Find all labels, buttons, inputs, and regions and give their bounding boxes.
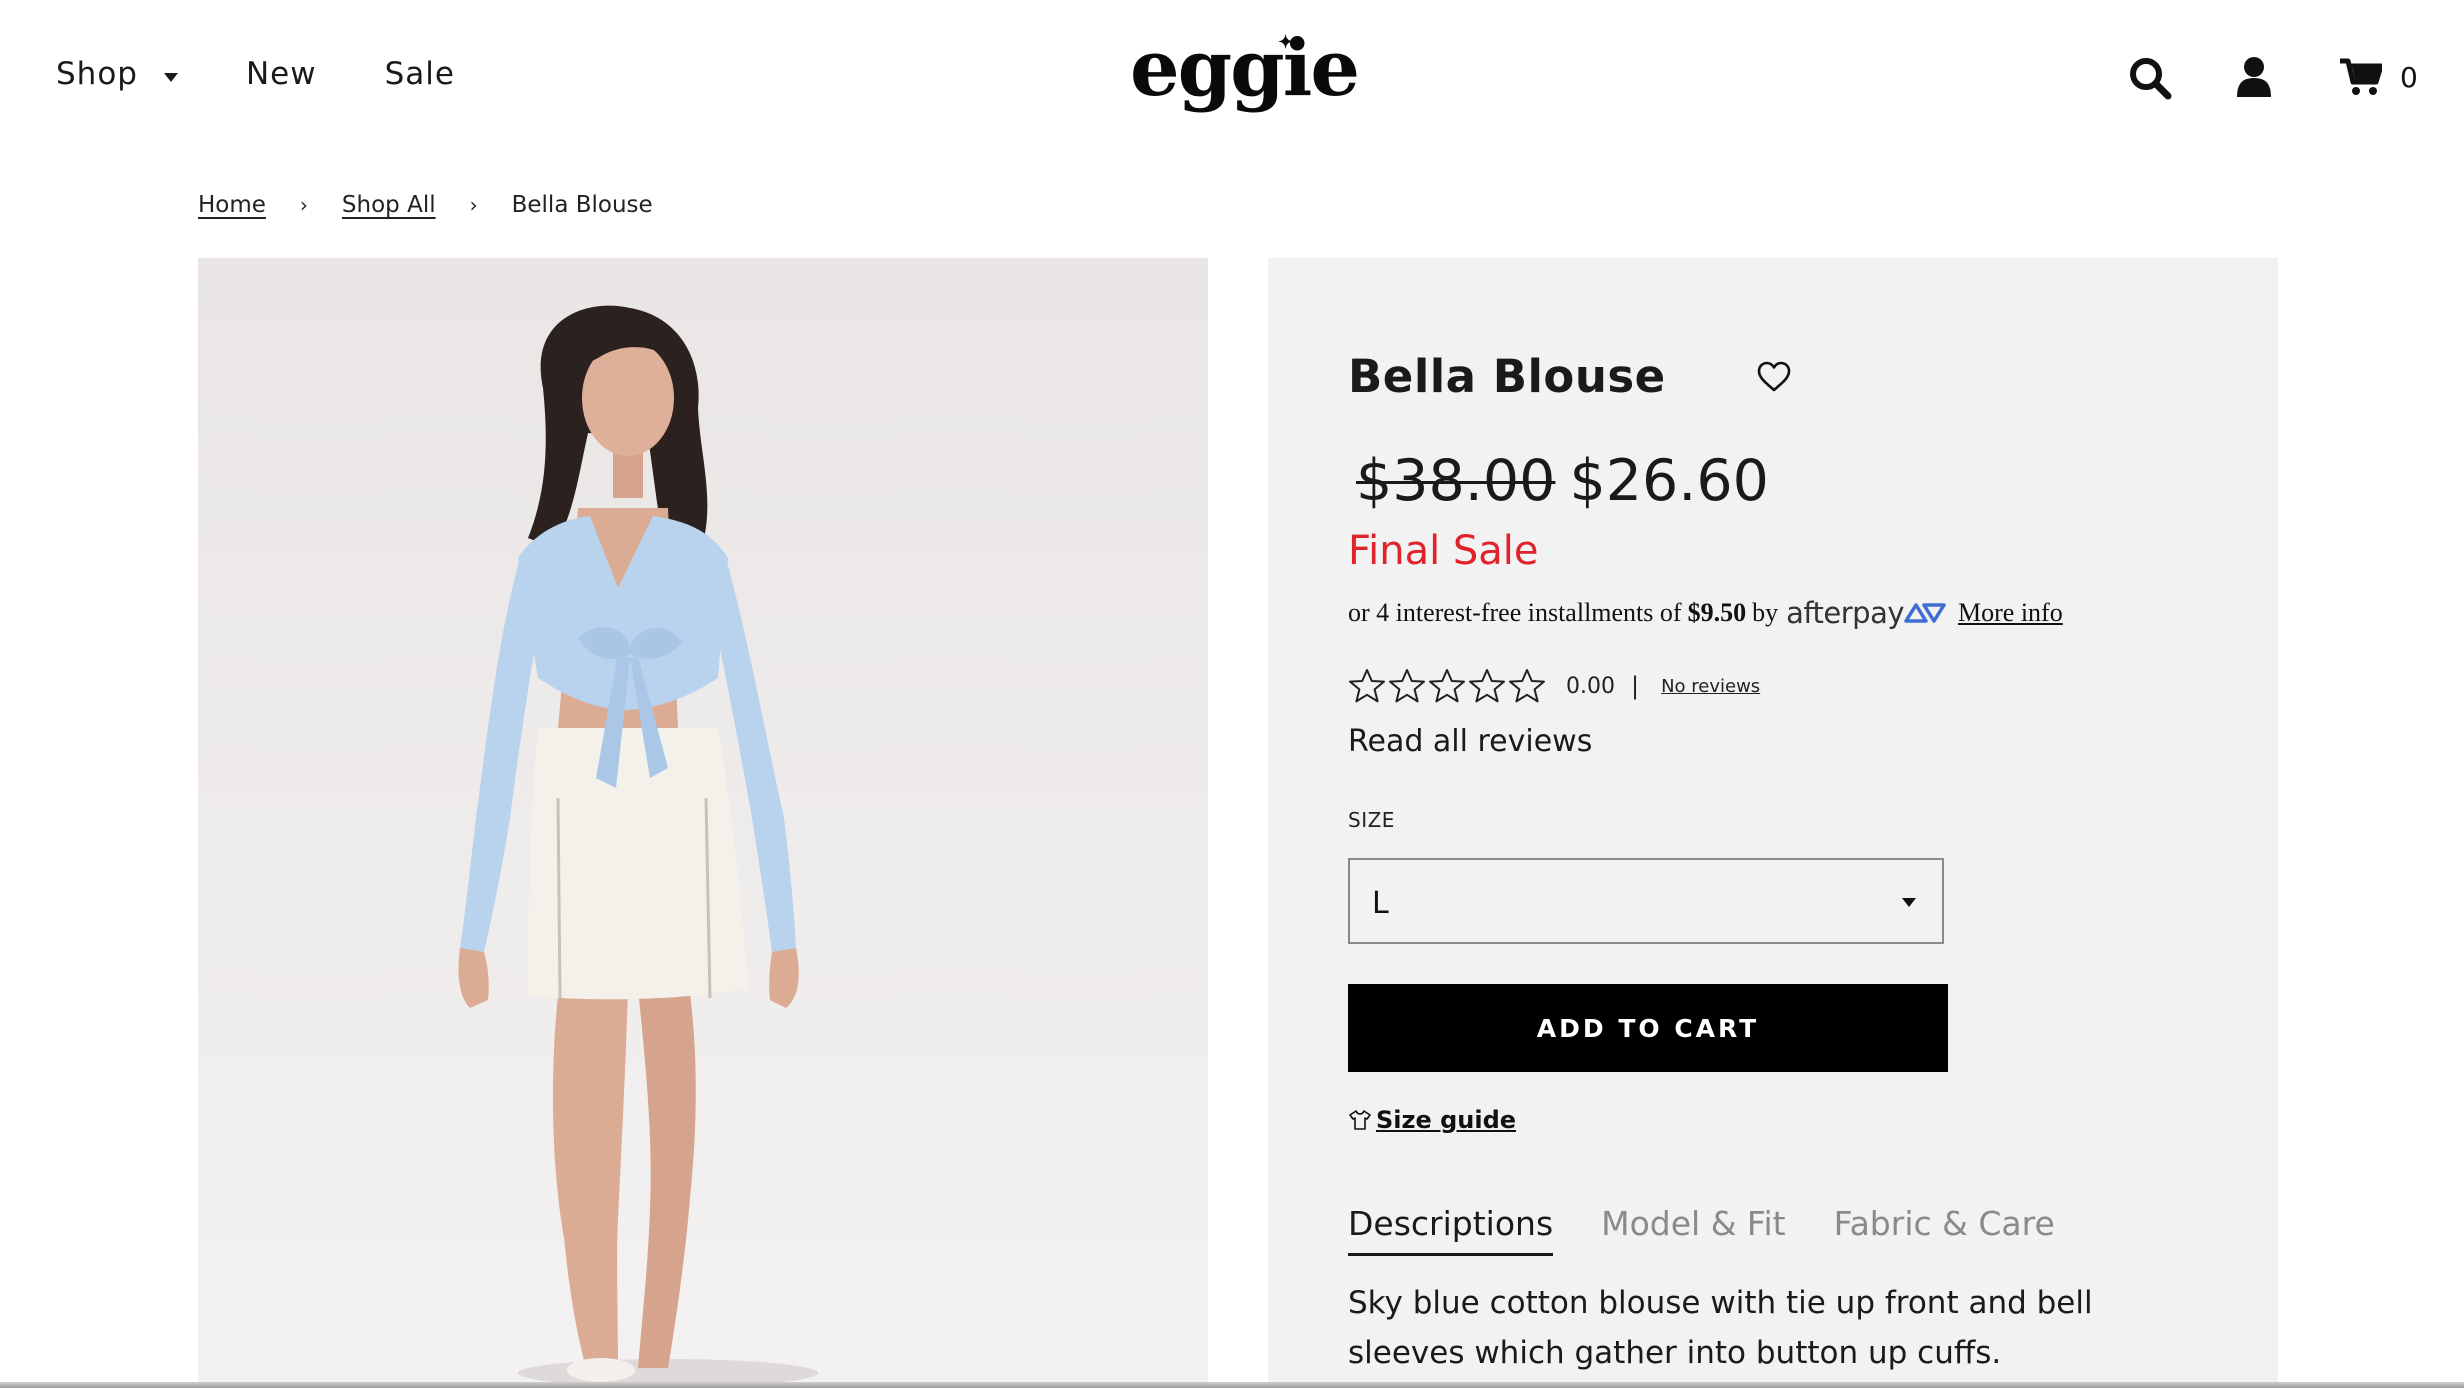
product-image[interactable] <box>198 258 1208 1388</box>
size-label: SIZE <box>1348 808 1395 832</box>
afterpay-logo: afterpay <box>1786 596 1946 630</box>
search-icon <box>2130 58 2172 100</box>
search-button[interactable] <box>2128 56 2172 105</box>
rating-row: 0.00 | No reviews <box>1348 668 1760 704</box>
wishlist-button[interactable] <box>1756 361 1792 398</box>
rating-value: 0.00 <box>1566 673 1615 699</box>
nav-shop-label: Shop <box>56 56 138 92</box>
sale-price: $26.60 <box>1569 448 1769 514</box>
logo-sparkle-icon: ✦ <box>1278 32 1293 53</box>
star-icon <box>1349 669 1385 703</box>
chevron-down-icon <box>163 72 178 82</box>
breadcrumb-shop-all[interactable]: Shop All <box>342 192 436 218</box>
size-select[interactable]: L <box>1348 858 1944 944</box>
logo-text: eggie <box>1130 23 1360 114</box>
afterpay-amount: $9.50 <box>1687 598 1747 627</box>
breadcrumb-separator: › <box>469 193 478 217</box>
star-icon <box>1389 669 1425 703</box>
size-guide-link[interactable]: Size guide <box>1348 1106 1516 1134</box>
rating-separator: | <box>1630 672 1640 700</box>
final-sale-label: Final Sale <box>1348 528 1539 574</box>
heart-icon <box>1757 361 1790 392</box>
window-bottom-edge <box>0 1382 2464 1388</box>
breadcrumb-current: Bella Blouse <box>511 192 653 218</box>
breadcrumb-separator: › <box>299 193 308 217</box>
star-icon <box>1429 669 1465 703</box>
nav-new[interactable]: New <box>246 56 317 92</box>
afterpay-more-info-link[interactable]: More info <box>1958 598 2063 628</box>
afterpay-by: by <box>1752 598 1779 627</box>
account-button[interactable] <box>2236 56 2272 103</box>
afterpay-arrows-icon <box>1904 603 1946 623</box>
title-row: Bella Blouse <box>1348 350 1792 403</box>
price-row: $38.00 $26.60 <box>1356 448 1769 514</box>
reviews-link[interactable]: No reviews <box>1661 676 1760 697</box>
nav-new-label: New <box>245 56 317 92</box>
product-title: Bella Blouse <box>1348 350 1666 403</box>
tab-fabric-care[interactable]: Fabric & Care <box>1834 1204 2055 1256</box>
product-description: Sky blue cotton blouse with tie up front… <box>1348 1285 2093 1371</box>
breadcrumb: Home › Shop All › Bella Blouse <box>198 192 653 218</box>
nav-sale[interactable]: Sale <box>385 56 455 92</box>
read-all-reviews-link[interactable]: Read all reviews <box>1348 724 1592 759</box>
breadcrumb-home[interactable]: Home <box>198 192 266 218</box>
tab-model-fit[interactable]: Model & Fit <box>1601 1204 1785 1256</box>
user-icon <box>2237 57 2271 97</box>
site-header: Shop New Sale eggie ✦ 0 <box>0 0 2464 160</box>
afterpay-brand: afterpay <box>1786 596 1905 630</box>
cart-count: 0 <box>2400 60 2418 94</box>
star-icon <box>1469 669 1505 703</box>
star-icon <box>1509 669 1545 703</box>
site-logo[interactable]: eggie ✦ <box>1130 30 1360 108</box>
main-nav: Shop New Sale <box>56 56 455 92</box>
nav-shop[interactable]: Shop <box>56 56 178 92</box>
model-photo <box>458 305 818 1387</box>
size-selected-value: L <box>1372 886 1389 921</box>
shirt-icon <box>1349 1110 1371 1130</box>
star-rating[interactable] <box>1348 668 1548 704</box>
afterpay-prefix: or 4 interest-free installments of <box>1348 598 1682 627</box>
product-info-panel: Bella Blouse $38.00 $26.60 Final Sale or… <box>1268 258 2278 1388</box>
product-tabs: Descriptions Model & Fit Fabric & Care <box>1348 1204 2055 1256</box>
tab-descriptions[interactable]: Descriptions <box>1348 1204 1554 1256</box>
cart-button[interactable]: 0 <box>2340 58 2418 96</box>
chevron-down-icon <box>1902 898 1916 907</box>
add-to-cart-button[interactable]: ADD TO CART <box>1348 984 1948 1072</box>
size-guide-label: Size guide <box>1376 1106 1517 1134</box>
original-price: $38.00 <box>1356 448 1556 514</box>
nav-sale-label: Sale <box>384 56 455 92</box>
cart-icon <box>2340 58 2382 95</box>
afterpay-message: or 4 interest-free installments of $9.50… <box>1348 596 2063 630</box>
